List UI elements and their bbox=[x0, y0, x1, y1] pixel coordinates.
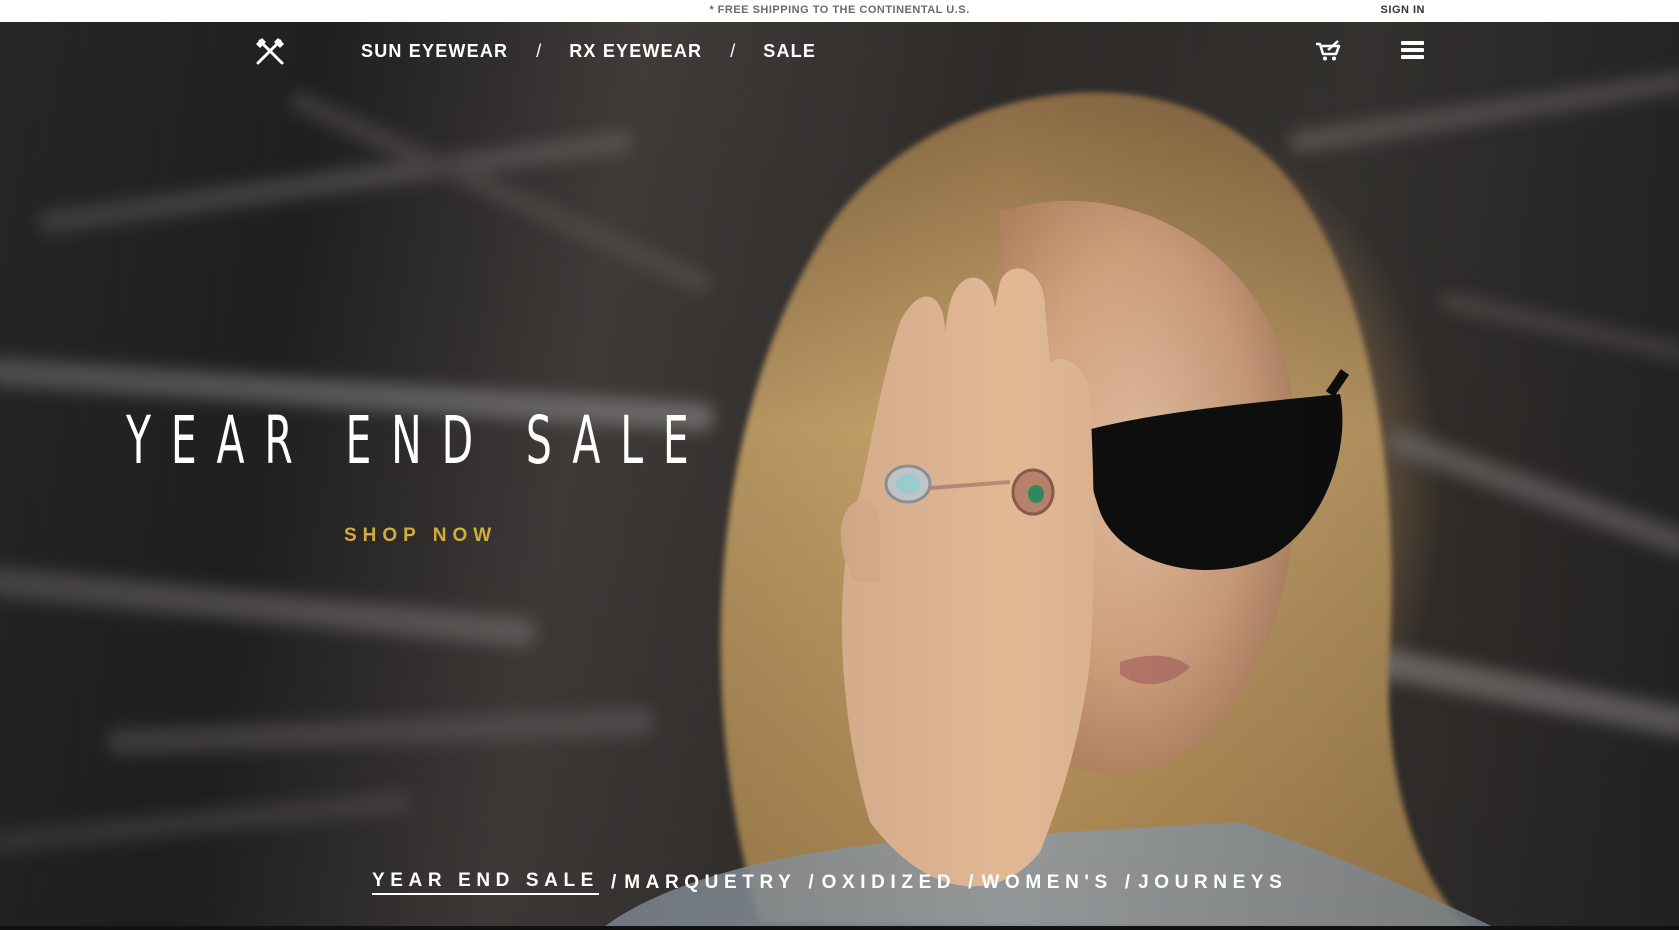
bottom-edge bbox=[0, 926, 1679, 930]
nav-separator: / bbox=[730, 41, 736, 61]
collection-year-end-sale[interactable]: YEAR END SALE bbox=[372, 870, 599, 895]
collection-separator: / bbox=[808, 871, 814, 893]
announcement-bar: * FREE SHIPPING TO THE CONTINENTAL U.S. … bbox=[0, 0, 1679, 22]
cart-icon[interactable] bbox=[1314, 40, 1342, 62]
page: * FREE SHIPPING TO THE CONTINENTAL U.S. … bbox=[0, 0, 1679, 930]
hamburger-menu-icon[interactable] bbox=[1401, 41, 1424, 60]
main-nav: SUN EYEWEAR / RX EYEWEAR / SALE bbox=[0, 22, 1679, 82]
collection-nav: YEAR END SALE / MARQUETRY / OXIDIZED / W… bbox=[372, 870, 1287, 895]
nav-separator: / bbox=[536, 41, 542, 61]
collection-oxidized[interactable]: OXIDIZED bbox=[822, 872, 957, 894]
collection-journeys[interactable]: JOURNEYS bbox=[1138, 872, 1287, 894]
nav-sale[interactable]: SALE bbox=[763, 41, 816, 62]
collection-separator: / bbox=[968, 871, 974, 893]
collection-separator: / bbox=[610, 871, 617, 893]
primary-nav-links: SUN EYEWEAR / RX EYEWEAR / SALE bbox=[361, 41, 816, 62]
nav-sun-eyewear[interactable]: SUN EYEWEAR bbox=[361, 41, 508, 62]
hero-title: YEAR END SALE bbox=[126, 402, 709, 479]
crossed-axes-icon[interactable] bbox=[254, 36, 286, 66]
nav-rx-eyewear[interactable]: RX EYEWEAR bbox=[569, 41, 702, 62]
free-shipping-notice: * FREE SHIPPING TO THE CONTINENTAL U.S. bbox=[709, 4, 970, 16]
sign-in-link[interactable]: SIGN IN bbox=[1381, 4, 1425, 16]
collection-separator: / bbox=[1124, 871, 1131, 893]
shop-now-button[interactable]: SHOP NOW bbox=[344, 525, 497, 547]
collection-marquetry[interactable]: MARQUETRY bbox=[624, 872, 796, 894]
collection-womens[interactable]: WOMEN'S bbox=[981, 872, 1112, 894]
